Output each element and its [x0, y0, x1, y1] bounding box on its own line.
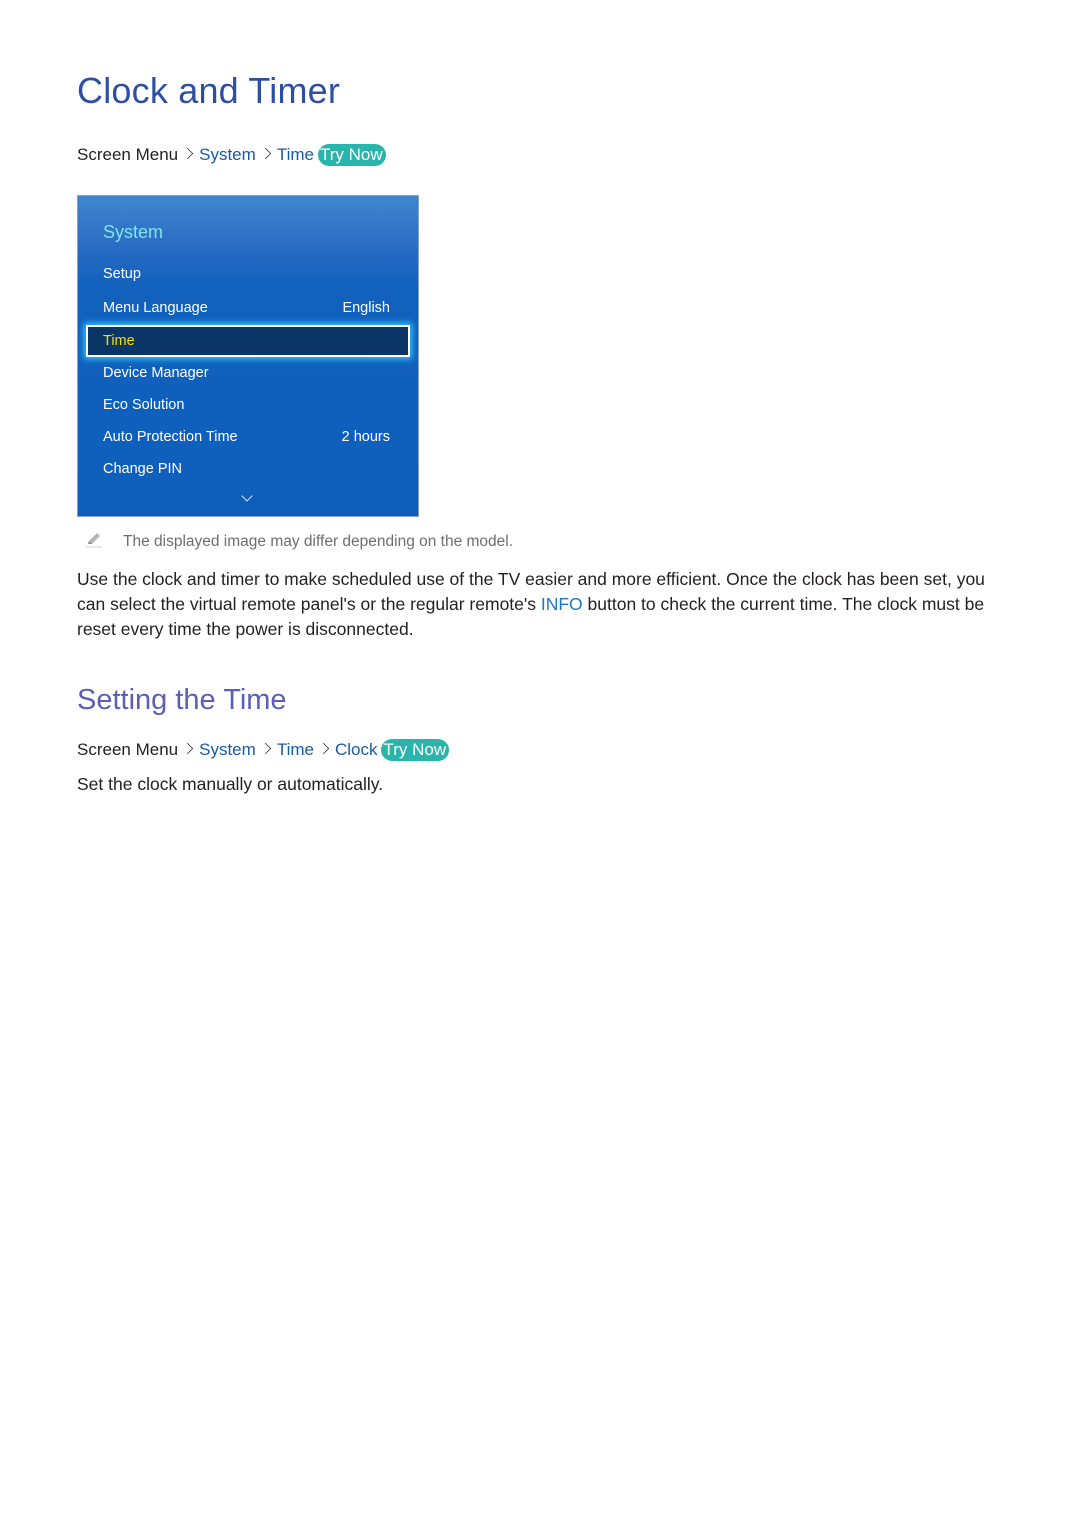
breadcrumb: Screen Menu System Time Try Now — [77, 143, 386, 167]
page-title: Clock and Timer — [77, 70, 341, 111]
menu-item-menu-language: Menu Language English — [103, 300, 390, 320]
chevron-right-icon — [182, 147, 194, 160]
breadcrumb-root: Screen Menu — [77, 145, 179, 164]
chevron-right-icon — [259, 742, 271, 755]
menu-item-label: Device Manager — [103, 365, 209, 381]
menu-item-change-pin: Change PIN — [103, 461, 390, 481]
menu-item-label: Menu Language — [103, 300, 208, 316]
chevron-right-icon — [317, 742, 330, 755]
menu-item-label: Change PIN — [103, 461, 182, 477]
chevron-right-icon — [259, 147, 271, 160]
chevron-right-icon — [182, 742, 194, 755]
note-text: The displayed image may differ depending… — [123, 533, 514, 550]
chevron-down-icon — [241, 490, 253, 502]
menu-item-time-selected: Time — [86, 325, 410, 357]
menu-item-value: 2 hours — [341, 429, 390, 445]
intro-paragraph: Use the clock and timer to make schedule… — [77, 567, 997, 642]
system-menu-screenshot: System Setup Menu Language English Time … — [77, 195, 419, 517]
info-button-keyword: INFO — [540, 594, 583, 614]
breadcrumb-clock[interactable]: Clock — [335, 740, 378, 759]
menu-item-auto-protection-time: Auto Protection Time 2 hours — [103, 429, 390, 449]
menu-item-eco-solution: Eco Solution — [103, 397, 390, 417]
menu-item-device-manager: Device Manager — [103, 365, 390, 385]
breadcrumb-system[interactable]: System — [199, 740, 256, 759]
setting-time-paragraph: Set the clock manually or automatically. — [77, 774, 384, 794]
section-title: Setting the Time — [77, 684, 287, 716]
menu-item-label: Setup — [103, 266, 141, 282]
menu-title: System — [103, 222, 164, 242]
breadcrumb-time[interactable]: Time — [277, 145, 314, 164]
menu-item-label: Time — [103, 333, 135, 349]
breadcrumb-time[interactable]: Time — [277, 740, 314, 759]
menu-item-label: Eco Solution — [103, 397, 185, 413]
menu-item-setup: Setup — [103, 266, 390, 286]
try-now-button[interactable]: Try Now — [317, 144, 386, 166]
breadcrumb-root: Screen Menu — [77, 740, 179, 759]
breadcrumb: Screen Menu System Time Clock Try Now — [77, 738, 450, 762]
pencil-icon — [86, 533, 102, 548]
try-now-button[interactable]: Try Now — [381, 739, 450, 761]
menu-item-value: English — [342, 300, 390, 316]
menu-item-label: Auto Protection Time — [103, 429, 238, 445]
breadcrumb-system[interactable]: System — [199, 145, 256, 164]
